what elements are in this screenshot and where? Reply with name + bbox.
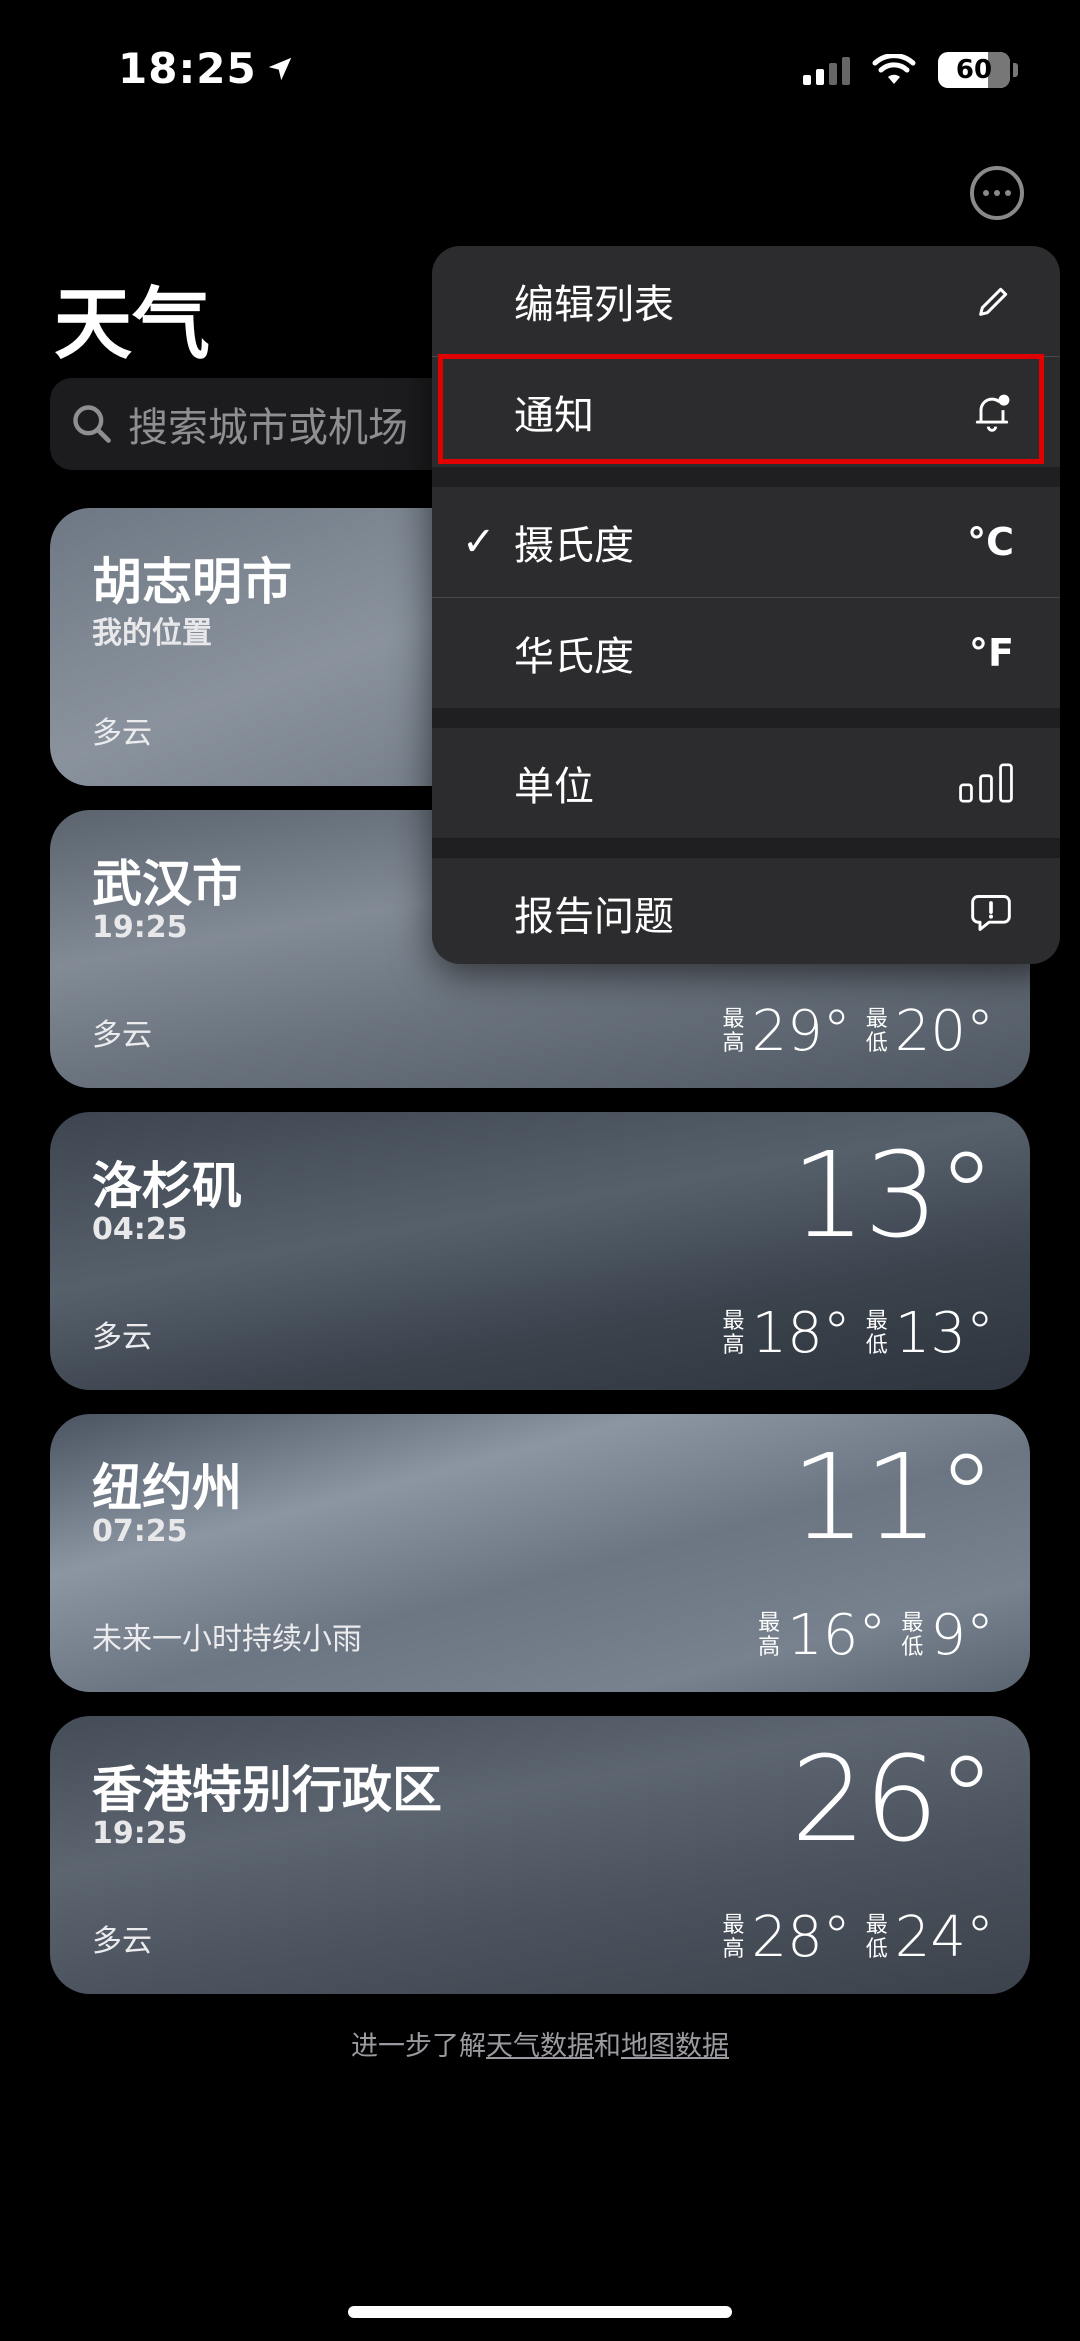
city-name: 胡志明市: [92, 553, 292, 611]
menu-item-celsius[interactable]: ✓ 摄氏度 °C: [432, 487, 1060, 597]
battery-icon: 60: [938, 52, 1010, 88]
low-temp: 24°: [894, 1905, 994, 1970]
city-subtitle: 19:25: [92, 910, 188, 945]
city-name: 武汉市: [92, 855, 242, 913]
city-card-newyork[interactable]: 纽约州 07:25 未来一小时持续小雨 11° 最高 16° 最低 9°: [50, 1414, 1030, 1692]
high-temp: 28°: [751, 1905, 851, 1970]
city-name: 纽约州: [92, 1459, 242, 1517]
city-name: 香港特别行政区: [92, 1761, 442, 1819]
menu-item-fahrenheit[interactable]: 华氏度 °F: [432, 598, 1060, 708]
footer-middle: 和: [594, 2031, 621, 2062]
high-label: 最高: [722, 1912, 745, 1962]
search-placeholder: 搜索城市或机场: [128, 405, 408, 451]
current-temp: 26°: [790, 1730, 996, 1868]
city-name: 洛杉矶: [92, 1157, 242, 1215]
city-subtitle: 07:25: [92, 1514, 188, 1549]
bar-chart-icon: [958, 763, 1014, 803]
high-label: 最高: [722, 1308, 745, 1358]
battery-cap: [1013, 63, 1018, 77]
city-condition: 多云: [92, 1320, 152, 1355]
high-low-temps: 最高 29° 最低 20°: [721, 999, 994, 1064]
wifi-icon: [872, 54, 916, 84]
data-source-note: 进一步了解天气数据和地图数据: [0, 2024, 1080, 2063]
weather-data-link[interactable]: 天气数据: [486, 2031, 594, 2062]
current-temp: 13°: [790, 1126, 996, 1264]
menu-item-label: 编辑列表: [514, 282, 674, 328]
high-temp: 29°: [751, 999, 851, 1064]
time-label: 18:25: [118, 44, 257, 93]
menu-item-units[interactable]: 单位: [432, 728, 1060, 838]
menu-item-label: 摄氏度: [514, 523, 634, 569]
page-title: 天气: [54, 280, 211, 370]
low-label: 最低: [901, 1610, 924, 1660]
map-data-link[interactable]: 地图数据: [621, 2031, 729, 2062]
city-card-hongkong[interactable]: 香港特别行政区 19:25 多云 26° 最高 28° 最低 24°: [50, 1716, 1030, 1994]
low-temp: 20°: [894, 999, 994, 1064]
city-card-losangeles[interactable]: 洛杉矶 04:25 多云 13° 最高 18° 最低 13°: [50, 1112, 1030, 1390]
low-temp: 9°: [930, 1603, 994, 1668]
city-condition: 未来一小时持续小雨: [92, 1622, 362, 1657]
low-temp: 13°: [894, 1301, 994, 1366]
menu-item-label: 华氏度: [514, 634, 634, 680]
city-subtitle: 我的位置: [92, 616, 212, 651]
location-arrow-icon: [268, 57, 291, 80]
city-condition: 多云: [92, 1018, 152, 1053]
high-temp: 18°: [751, 1301, 851, 1366]
low-label: 最低: [865, 1912, 888, 1962]
status-bar-indicators: 60: [803, 52, 1018, 88]
high-temp: 16°: [787, 1603, 887, 1668]
more-options-button[interactable]: [970, 166, 1024, 220]
menu-item-label: 单位: [514, 764, 594, 810]
high-low-temps: 最高 28° 最低 24°: [721, 1905, 994, 1970]
high-label: 最高: [722, 1006, 745, 1056]
celsius-symbol: °C: [967, 520, 1014, 564]
high-low-temps: 最高 18° 最低 13°: [721, 1301, 994, 1366]
cellular-signal-icon: [803, 55, 850, 85]
search-icon: [73, 405, 111, 443]
city-subtitle: 04:25: [92, 1212, 188, 1247]
city-condition: 多云: [92, 716, 152, 751]
high-low-temps: 最高 16° 最低 9°: [757, 1603, 994, 1668]
city-subtitle: 19:25: [92, 1816, 188, 1851]
city-condition: 多云: [92, 1924, 152, 1959]
low-label: 最低: [865, 1006, 888, 1056]
current-temp: 11°: [790, 1428, 996, 1566]
menu-item-report-issue[interactable]: 报告问题: [432, 858, 1060, 964]
menu-item-label: 报告问题: [514, 894, 674, 940]
battery-level: 60: [955, 55, 993, 85]
exclamation-bubble-icon: [968, 891, 1014, 935]
menu-item-edit-list[interactable]: 编辑列表: [432, 246, 1060, 356]
highlight-annotation-box: [438, 354, 1044, 464]
fahrenheit-symbol: °F: [969, 631, 1014, 675]
high-label: 最高: [758, 1610, 781, 1660]
pencil-icon: [974, 281, 1014, 321]
low-label: 最低: [865, 1308, 888, 1358]
checkmark-icon: ✓: [462, 519, 496, 565]
status-bar-time: 18:25: [118, 44, 295, 93]
footer-prefix: 进一步了解: [351, 2031, 486, 2062]
home-indicator[interactable]: [348, 2306, 732, 2318]
